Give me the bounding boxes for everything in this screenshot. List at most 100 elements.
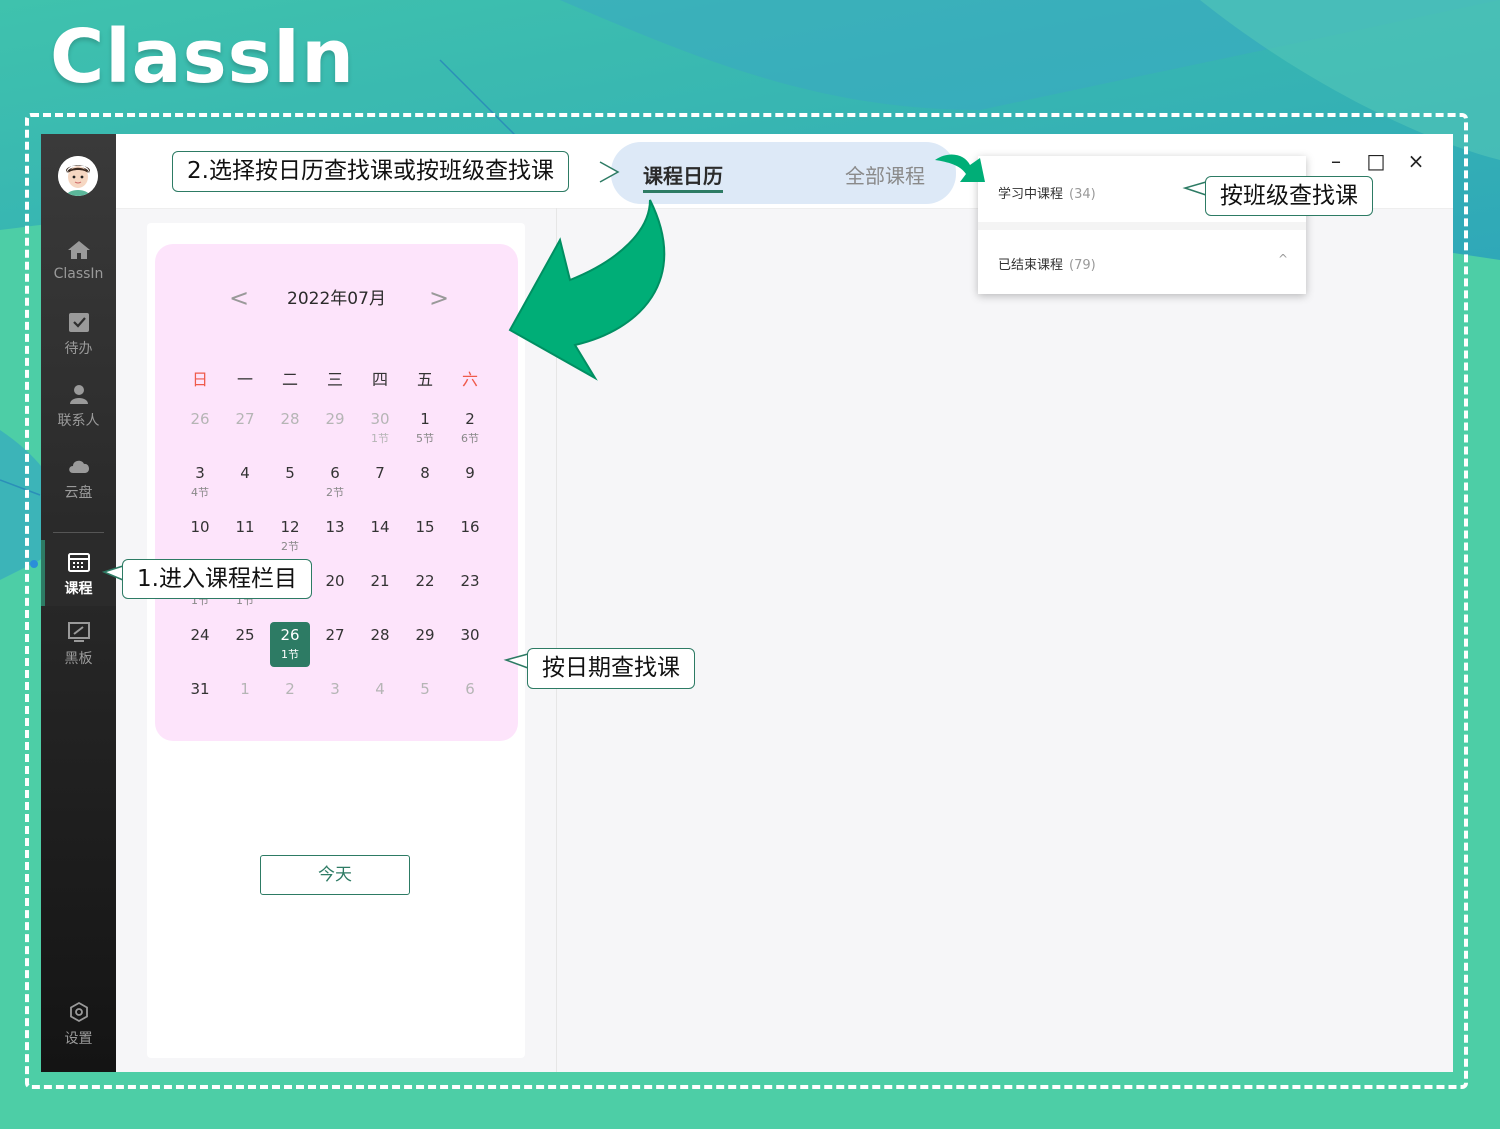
calendar-day[interactable]: 14 — [360, 518, 400, 536]
calendar-day-lesson-count: 5节 — [416, 432, 434, 445]
calendar-day[interactable]: 15 — [405, 518, 445, 536]
dropdown-item-finished[interactable]: 已结束课程 (79) — [998, 254, 1096, 273]
calendar-day-number: 2 — [465, 410, 475, 428]
sidebar-item-label: 联系人 — [57, 413, 100, 429]
calendar-day[interactable]: 29 — [315, 410, 355, 428]
calendar-day[interactable]: 23 — [450, 572, 490, 590]
weekday-header: 六 — [461, 370, 478, 389]
calendar-day-number: 3 — [330, 680, 340, 698]
calendar-day-number: 29 — [415, 626, 435, 644]
calendar-day[interactable]: 22 — [405, 572, 445, 590]
calendar-day[interactable]: 12 2节 — [270, 518, 310, 554]
app-window: ClassIn 待办 联系人 云盘 课程 黑板 设置 课程日历 全部课程 – □… — [41, 134, 1453, 1072]
calendar-day[interactable]: 3 4节 — [180, 464, 220, 500]
next-month-button[interactable]: > — [429, 284, 449, 312]
classin-logo: ClassIn — [50, 14, 355, 100]
calendar-day[interactable]: 4 — [360, 680, 400, 698]
sidebar-item-classin[interactable]: ClassIn — [41, 238, 116, 304]
calendar: < 2022年07月 > 日一二三四五六 26 27 28 29 30 1节 1 5节 2 6节 3 4… — [155, 244, 518, 741]
sidebar-item-settings[interactable]: 设置 — [41, 1000, 116, 1066]
settings-icon — [69, 1001, 88, 1023]
tab-all-courses[interactable]: 全部课程 — [845, 160, 925, 189]
dropdown-item-label: 已结束课程 — [998, 258, 1064, 273]
calendar-icon — [67, 553, 90, 572]
calendar-day[interactable]: 16 — [450, 518, 490, 536]
calendar-day[interactable]: 30 1节 — [360, 410, 400, 446]
sidebar-item-contacts[interactable]: 联系人 — [41, 382, 116, 448]
tab-course-calendar[interactable]: 课程日历 — [643, 160, 723, 193]
weekday-header: 四 — [371, 370, 388, 389]
calendar-day[interactable]: 6 2节 — [315, 464, 355, 500]
callout-by-class: 按班级查找课 — [1205, 176, 1373, 216]
calendar-day[interactable]: 5 — [270, 464, 310, 482]
calendar-day[interactable]: 2 6节 — [450, 410, 490, 446]
calendar-month-title: 2022年07月 — [287, 289, 386, 309]
avatar[interactable] — [58, 156, 98, 196]
calendar-day[interactable]: 11 — [225, 518, 265, 536]
minimize-button[interactable]: – — [1323, 148, 1349, 174]
calendar-day-number: 7 — [375, 464, 385, 482]
sidebar-item-label: ClassIn — [53, 266, 104, 282]
calendar-day[interactable]: 5 — [405, 680, 445, 698]
calendar-day[interactable]: 9 — [450, 464, 490, 482]
calendar-day-lesson-count: 2节 — [281, 540, 299, 553]
calendar-day[interactable]: 28 — [270, 410, 310, 428]
dropdown-item-label: 学习中课程 — [998, 187, 1064, 202]
cloud-icon — [68, 460, 89, 473]
calendar-day-number: 28 — [370, 626, 390, 644]
sidebar-item-label: 设置 — [64, 1031, 93, 1047]
calendar-day-number: 27 — [325, 626, 345, 644]
sidebar-item-cloud[interactable]: 云盘 — [41, 454, 116, 520]
calendar-day[interactable]: 2 — [270, 680, 310, 698]
dropdown-item-in-progress[interactable]: 学习中课程 (34) — [998, 183, 1096, 202]
calendar-day-number: 26 — [280, 626, 300, 644]
calendar-day[interactable]: 1 — [225, 680, 265, 698]
calendar-day-number: 5 — [420, 680, 430, 698]
calendar-day[interactable]: 7 — [360, 464, 400, 482]
calendar-day[interactable]: 8 — [405, 464, 445, 482]
sidebar-item-label: 云盘 — [64, 485, 93, 501]
dropdown-item-count: (79) — [1069, 258, 1096, 273]
maximize-button[interactable]: □ — [1363, 148, 1389, 174]
calendar-day-number: 12 — [280, 518, 300, 536]
calendar-day-number: 21 — [370, 572, 390, 590]
calendar-day[interactable]: 31 — [180, 680, 220, 698]
calendar-day[interactable]: 27 — [315, 626, 355, 644]
calendar-day-number: 29 — [325, 410, 345, 428]
calendar-day-number: 31 — [190, 680, 210, 698]
calendar-day[interactable]: 25 — [225, 626, 265, 644]
calendar-day-number: 24 — [190, 626, 210, 644]
sidebar-item-courses[interactable]: 课程 — [41, 540, 116, 606]
calendar-day[interactable]: 28 — [360, 626, 400, 644]
today-button[interactable]: 今天 — [260, 855, 410, 895]
calendar-day[interactable]: 6 — [450, 680, 490, 698]
calendar-day[interactable]: 26 — [180, 410, 220, 428]
dropdown-separator — [978, 222, 1306, 230]
calendar-day[interactable]: 4 — [225, 464, 265, 482]
calendar-day[interactable]: 20 — [315, 572, 355, 590]
calendar-day-number: 3 — [195, 464, 205, 482]
sidebar-item-label: 黑板 — [64, 651, 93, 667]
calendar-day[interactable]: 13 — [315, 518, 355, 536]
calendar-day[interactable]: 29 — [405, 626, 445, 644]
calendar-day-lesson-count: 4节 — [191, 486, 209, 499]
calendar-day[interactable]: 10 — [180, 518, 220, 536]
chevron-up-icon[interactable]: ^ — [1278, 252, 1288, 266]
calendar-day-number: 4 — [375, 680, 385, 698]
calendar-day[interactable]: 21 — [360, 572, 400, 590]
panel-divider — [556, 208, 557, 1072]
close-button[interactable]: × — [1403, 148, 1429, 174]
calendar-day-number: 26 — [190, 410, 210, 428]
calendar-day[interactable]: 3 — [315, 680, 355, 698]
calendar-day[interactable]: 27 — [225, 410, 265, 428]
calendar-day-number: 14 — [370, 518, 390, 536]
calendar-day-number: 1 — [240, 680, 250, 698]
calendar-day[interactable]: 30 — [450, 626, 490, 644]
calendar-day-number: 30 — [460, 626, 480, 644]
sidebar-item-blackboard[interactable]: 黑板 — [41, 620, 116, 686]
sidebar-item-todo[interactable]: 待办 — [41, 310, 116, 376]
calendar-day-today[interactable]: 26 1节 — [270, 622, 310, 667]
calendar-day[interactable]: 1 5节 — [405, 410, 445, 446]
calendar-day[interactable]: 24 — [180, 626, 220, 644]
todo-check-icon — [68, 313, 89, 332]
